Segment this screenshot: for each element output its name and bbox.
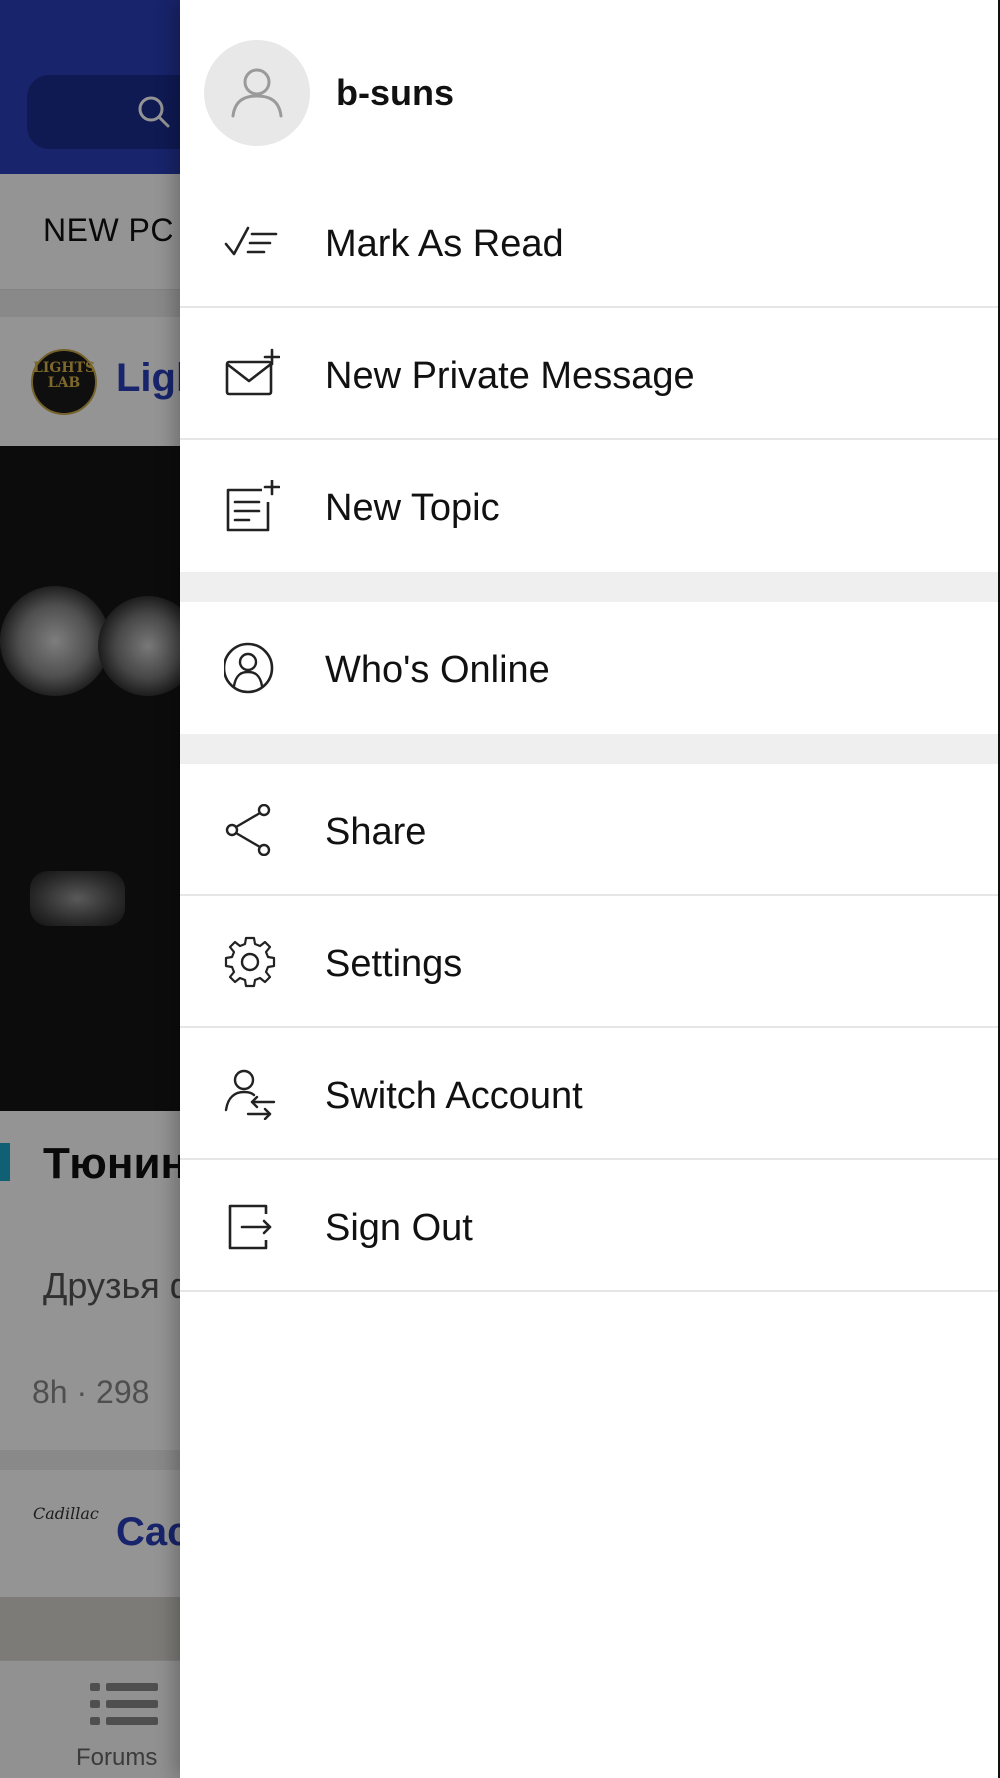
menu-item-switch-account[interactable]: Switch Account <box>180 1028 998 1160</box>
side-drawer: b-suns Mark As Read New Private Message <box>180 0 1000 1778</box>
username: b-suns <box>336 72 455 113</box>
section-separator <box>180 734 998 764</box>
switch-account-icon <box>224 1069 276 1120</box>
profile-header[interactable]: b-suns <box>180 0 998 176</box>
menu-item-label: Mark As Read <box>325 223 564 265</box>
sign-out-icon <box>228 1204 272 1250</box>
menu-item-whos-online[interactable]: Who's Online <box>180 602 998 734</box>
menu-item-label: New Topic <box>325 487 500 529</box>
menu-item-label: Switch Account <box>325 1075 583 1117</box>
menu-item-label: New Private Message <box>325 355 695 397</box>
menu-item-label: Share <box>325 811 427 853</box>
new-topic-icon <box>226 480 280 532</box>
section-separator <box>180 572 998 602</box>
menu-item-sign-out[interactable]: Sign Out <box>180 1160 998 1292</box>
menu-item-new-private-message[interactable]: New Private Message <box>180 308 998 440</box>
user-icon <box>231 68 283 118</box>
menu-item-new-topic[interactable]: New Topic <box>180 440 998 572</box>
menu-item-label: Sign Out <box>325 1207 473 1249</box>
menu-item-share[interactable]: Share <box>180 764 998 896</box>
whos-online-icon <box>224 642 274 694</box>
menu-item-label: Who's Online <box>325 649 550 691</box>
mark-read-icon <box>224 226 278 256</box>
share-icon <box>225 804 271 856</box>
divider <box>180 1290 998 1292</box>
settings-icon <box>224 936 276 988</box>
menu-item-settings[interactable]: Settings <box>180 896 998 1028</box>
menu-item-mark-as-read[interactable]: Mark As Read <box>180 176 998 308</box>
avatar[interactable] <box>204 40 310 146</box>
new-message-icon <box>225 348 280 396</box>
menu-item-label: Settings <box>325 943 463 985</box>
